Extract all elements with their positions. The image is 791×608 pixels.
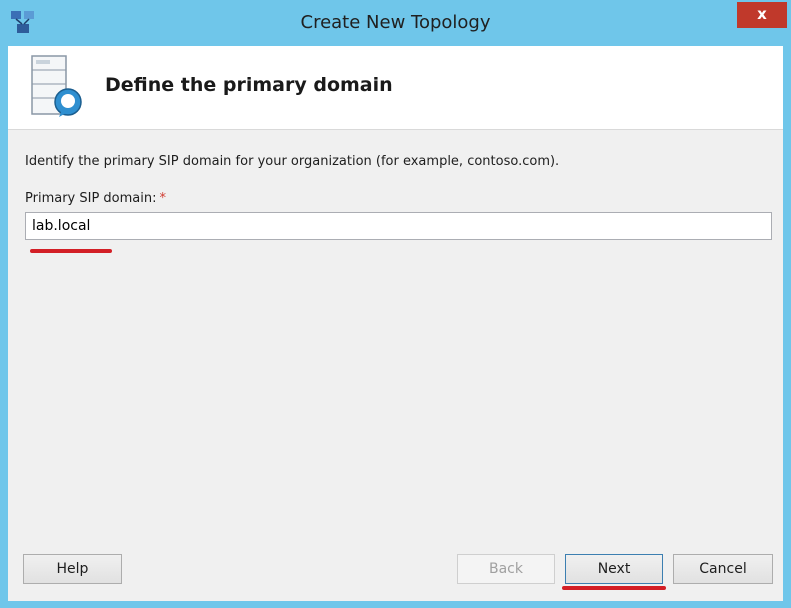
cancel-button[interactable]: Cancel xyxy=(673,554,773,584)
title-bar[interactable]: Create New Topology x xyxy=(0,0,791,46)
step-title: Define the primary domain xyxy=(105,74,393,96)
window-title: Create New Topology xyxy=(300,12,491,33)
required-marker: * xyxy=(159,191,167,206)
close-button[interactable]: x xyxy=(737,2,787,28)
wizard-client-area: Define the primary domain Identify the p… xyxy=(8,46,783,601)
primary-sip-domain-input[interactable] xyxy=(25,212,772,240)
help-button[interactable]: Help xyxy=(23,554,122,584)
annotation-underline-input xyxy=(30,249,112,253)
field-label-text: Primary SIP domain: xyxy=(25,191,157,206)
instruction-text: Identify the primary SIP domain for your… xyxy=(25,154,560,169)
back-button[interactable]: Back xyxy=(457,554,555,584)
server-with-speech-bubble-icon xyxy=(31,55,82,117)
primary-sip-domain-label: Primary SIP domain: * xyxy=(25,191,166,206)
wizard-window: Create New Topology x Define the primary… xyxy=(0,0,791,608)
wizard-header: Define the primary domain xyxy=(8,46,783,130)
annotation-underline-next xyxy=(562,586,666,590)
next-button[interactable]: Next xyxy=(565,554,663,584)
